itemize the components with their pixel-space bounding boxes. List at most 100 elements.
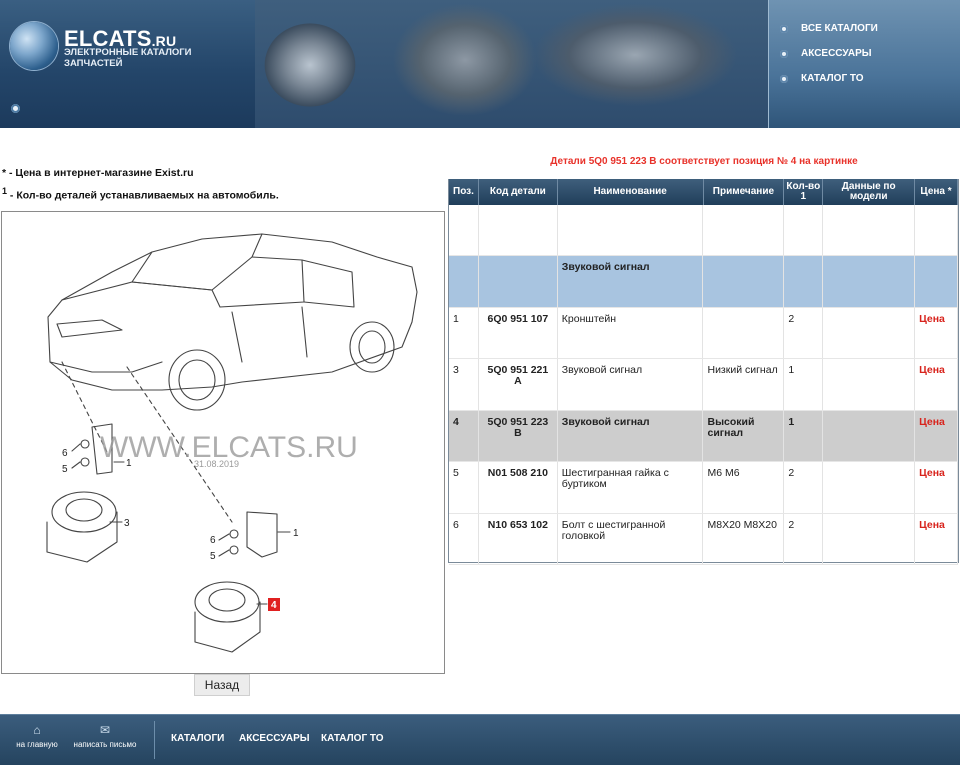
nav-accessories[interactable]: АКСЕССУАРЫ xyxy=(780,41,878,66)
globe-logo-icon[interactable] xyxy=(10,22,58,70)
col-name: Наименование xyxy=(558,179,704,205)
row-quantity: 1 xyxy=(784,359,824,410)
horn-left xyxy=(51,491,117,533)
engine-banner-image xyxy=(255,0,770,128)
row-price: Цена xyxy=(915,359,958,410)
mail-icon: ✉ xyxy=(99,723,111,737)
row-quantity: 2 xyxy=(784,307,824,358)
horn-right xyxy=(194,581,260,623)
nav-all-catalogs[interactable]: ВСЕ КАТАЛОГИ xyxy=(780,16,878,41)
row-note: M6 M6 xyxy=(703,462,785,513)
table-row[interactable]: 5 N01 508 210 Шестигранная гайка с буртико… xyxy=(449,462,958,514)
callout-4: 4 xyxy=(271,600,277,611)
nav-label: КАТАЛОГ ТО xyxy=(801,73,864,84)
table-row[interactable]: 3 5Q0 951 221 A Звуковой сигнал Низкий сигн… xyxy=(449,359,958,411)
nav-maintenance-catalog[interactable]: КАТАЛОГ ТО xyxy=(780,66,878,91)
row-part-code: N10 653 102 xyxy=(479,513,558,564)
callout-6-right: 6 xyxy=(210,535,216,546)
table-row[interactable]: 6 N10 653 102 Болт с шестигранной головкой… xyxy=(449,513,958,565)
footer-mail-link[interactable]: ✉ написать письмо xyxy=(60,723,150,749)
table-body: 1 6Q0 951 107 Кронштейн 2 Цена 3 5Q0 951 221 A… xyxy=(449,307,958,565)
quantity-note: 1 - Кол-во деталей устанавливаемых на ав… xyxy=(2,186,279,202)
row-name: Шестигранная гайка с буртиком xyxy=(558,462,704,513)
row-position: 1 xyxy=(449,307,479,358)
footer-maintenance-link[interactable]: КАТАЛОГ ТО xyxy=(321,733,384,744)
row-price: Цена xyxy=(915,307,958,358)
col-position: Поз. xyxy=(449,179,479,205)
windshield xyxy=(131,233,263,291)
site-logo-subtitle: ЭЛЕКТРОННЫЕ КАТАЛОГИ ЗАПЧАСТЕЙ xyxy=(64,47,192,69)
diagram-drawing: WWW.ELCATS.RU 31.08.2019 6 5 1 3 6 5 1 4 xyxy=(46,233,418,653)
price-link[interactable]: Цена xyxy=(919,467,945,479)
bullet-icon xyxy=(780,74,788,83)
row-part-code: 5Q0 951 223 B xyxy=(479,410,558,461)
row-name: Болт с шестигранной головкой xyxy=(558,513,704,564)
row-name: Звуковой сигнал xyxy=(558,410,704,461)
bullet-icon xyxy=(780,49,788,58)
col-note: Примечание xyxy=(704,179,785,205)
callout-1-right: 1 xyxy=(293,528,299,539)
nav-label: ВСЕ КАТАЛОГИ xyxy=(801,23,878,34)
row-position: 5 xyxy=(449,462,479,513)
footer-divider xyxy=(154,721,155,759)
row-price: Цена xyxy=(915,513,958,564)
row-name: Кронштейн xyxy=(558,307,704,358)
footer-home-label: на главную xyxy=(16,740,58,749)
nav-label: АКСЕССУАРЫ xyxy=(801,48,872,59)
footer-mail-label: написать письмо xyxy=(73,740,137,749)
parts-diagram[interactable]: WWW.ELCATS.RU 31.08.2019 6 5 1 3 6 5 1 4 xyxy=(1,211,445,674)
footer-catalogs-link[interactable]: КАТАЛОГИ xyxy=(171,733,224,744)
diagram-date: 31.08.2019 xyxy=(194,459,239,469)
row-part-code: N01 508 210 xyxy=(479,462,558,513)
row-part-code: 5Q0 951 221 A xyxy=(479,359,558,410)
row-model-data xyxy=(823,307,916,358)
row-model-data xyxy=(823,513,916,564)
row-position: 3 xyxy=(449,359,479,410)
price-link[interactable]: Цена xyxy=(919,519,945,531)
row-note: M8X20 M8X20 xyxy=(703,513,785,564)
table-row-empty xyxy=(449,205,958,256)
table-row[interactable]: 4 5Q0 951 223 B Звуковой сигнал Высокий сиг… xyxy=(449,410,958,462)
col-model-data: Данные по модели xyxy=(823,179,916,205)
row-part-code: 6Q0 951 107 xyxy=(479,307,558,358)
row-price: Цена xyxy=(915,462,958,513)
row-quantity: 1 xyxy=(784,410,824,461)
callout-5-right: 5 xyxy=(210,551,216,562)
table-group-row: Звуковой сигнал xyxy=(449,256,958,308)
parts-table: Поз. Код детали Наименование Примечание … xyxy=(448,179,959,565)
callout-1-left: 1 xyxy=(126,458,132,469)
row-model-data xyxy=(823,462,916,513)
row-position: 6 xyxy=(449,513,479,564)
col-part-code: Код детали xyxy=(479,179,558,205)
callout-3: 3 xyxy=(124,518,130,529)
row-note xyxy=(703,307,785,358)
col-quantity: Кол-во 1 xyxy=(784,179,824,205)
row-note: Высокий сигнал xyxy=(703,410,785,461)
row-position: 4 xyxy=(449,410,479,461)
top-nav: ВСЕ КАТАЛОГИ АКСЕССУАРЫ КАТАЛОГ ТО xyxy=(780,16,878,91)
row-quantity: 2 xyxy=(784,513,824,564)
price-link[interactable]: Цена xyxy=(919,313,945,325)
bullet-icon xyxy=(11,104,20,113)
price-link[interactable]: Цена xyxy=(919,364,945,376)
site-footer: ⌂ на главную ✉ написать письмо КАТАЛОГИ АК… xyxy=(0,714,960,765)
bracket-right xyxy=(246,511,278,558)
group-label: Звуковой сигнал xyxy=(558,256,704,307)
back-button[interactable]: Назад xyxy=(194,674,250,696)
nav-panel-divider xyxy=(768,0,769,128)
price-link[interactable]: Цена xyxy=(919,416,945,428)
row-model-data xyxy=(823,410,916,461)
bullet-icon xyxy=(780,24,788,33)
callout-6-left: 6 xyxy=(62,448,68,459)
car-grille xyxy=(56,319,123,338)
row-note: Низкий сигнал xyxy=(703,359,785,410)
table-header: Поз. Код детали Наименование Примечание … xyxy=(449,179,958,205)
row-name: Звуковой сигнал xyxy=(558,359,704,410)
callout-5-left: 5 xyxy=(62,464,68,475)
footer-accessories-link[interactable]: АКСЕССУАРЫ xyxy=(239,733,310,744)
quantity-note-text: - Кол-во деталей устанавливаемых на авто… xyxy=(7,189,279,202)
row-model-data xyxy=(823,359,916,410)
table-row[interactable]: 1 6Q0 951 107 Кронштейн 2 Цена xyxy=(449,307,958,359)
site-header: ELCATS.RU ЭЛЕКТРОННЫЕ КАТАЛОГИ ЗАПЧАСТЕЙ… xyxy=(0,0,960,128)
row-price: Цена xyxy=(915,410,958,461)
